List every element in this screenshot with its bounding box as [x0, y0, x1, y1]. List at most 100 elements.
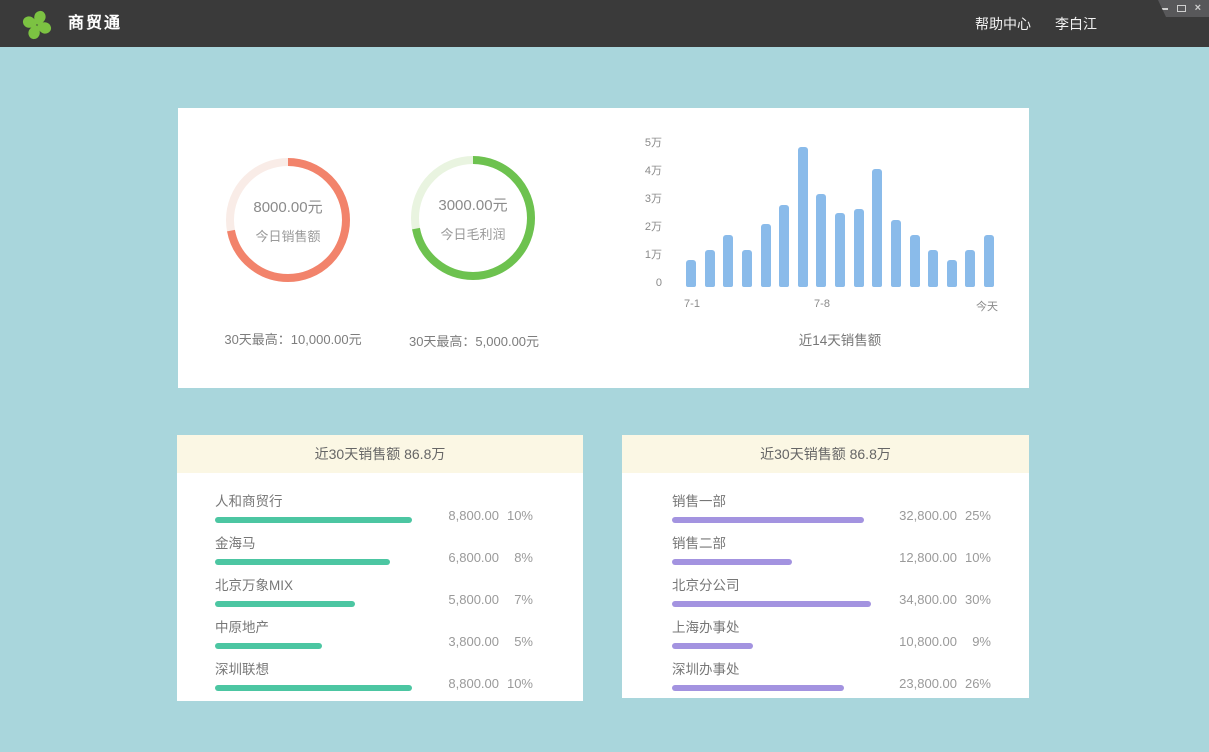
y-tick: 2万 — [645, 222, 662, 233]
ranking-value: 5,800.007% — [429, 592, 533, 607]
sales-day-bar — [779, 205, 789, 288]
ranking-percent: 7% — [499, 592, 533, 607]
ranking-percent: 26% — [957, 676, 991, 691]
ranking-row: 中原地产3,800.005% — [215, 616, 533, 649]
ranking-bar — [215, 685, 412, 691]
x-tick: 7-1 — [684, 298, 700, 310]
today-sales-label: 今日销售额 — [255, 226, 320, 245]
app-logo-pinwheel-icon — [20, 7, 54, 41]
y-tick: 5万 — [645, 138, 662, 149]
ranking-row: 上海办事处 10,800.009% — [672, 616, 991, 649]
ranking-amount: 5,800.00 — [429, 592, 499, 607]
y-tick: 3万 — [645, 194, 662, 205]
ranking-name: 中原地产 — [215, 616, 322, 636]
app-title: 商贸通 — [68, 0, 122, 47]
ranking-name: 销售一部 — [672, 490, 864, 510]
sales-day-bar — [891, 220, 901, 287]
ranking-percent: 30% — [957, 592, 991, 607]
ranking-percent: 25% — [957, 508, 991, 523]
ranking-amount: 32,800.00 — [887, 508, 957, 523]
ranking-bar — [215, 559, 390, 565]
customer-ranking-title: 近30天销售额 86.8万 — [177, 435, 583, 473]
ranking-name: 销售二部 — [672, 532, 792, 552]
sales-bar-chart — [686, 137, 994, 287]
ranking-amount: 3,800.00 — [429, 634, 499, 649]
sales-30day-high-note: 30天最高：10,000.00元 — [224, 329, 361, 348]
sales-day-bar — [705, 250, 715, 287]
ranking-name: 金海马 — [215, 532, 390, 552]
x-tick: 7-8 — [814, 298, 830, 310]
ranking-percent: 9% — [957, 634, 991, 649]
sales-day-bar — [984, 235, 994, 287]
ranking-amount: 12,800.00 — [887, 550, 957, 565]
ranking-percent: 10% — [499, 508, 533, 523]
ranking-value: 10,800.009% — [887, 634, 991, 649]
ranking-name: 深圳联想 — [215, 658, 412, 678]
department-sales-ranking-card: 近30天销售额 86.8万 销售一部 32,800.0025% 销售二部 12,800… — [622, 435, 1029, 698]
ranking-percent: 10% — [499, 676, 533, 691]
sales-day-bar — [742, 250, 752, 287]
y-tick: 0 — [656, 278, 662, 289]
bar-chart-y-axis: 5万 4万 3万 2万 1万 0 — [626, 138, 662, 289]
minimize-icon[interactable] — [1159, 8, 1168, 10]
titlebar: 商贸通 帮助中心 李白江 × — [0, 0, 1209, 47]
sales-day-bar — [965, 250, 975, 287]
window-controls: × — [1149, 0, 1209, 17]
x-tick: 今天 — [976, 298, 998, 314]
today-profit-donut: 3000.00元 今日毛利润 — [409, 154, 537, 282]
bar-chart-title: 近14天销售额 — [686, 329, 994, 349]
y-tick: 4万 — [645, 166, 662, 177]
ranking-row: 深圳联想 8,800.0010% — [215, 658, 533, 691]
ranking-value: 6,800.008% — [429, 550, 533, 565]
sales-day-bar — [686, 260, 696, 288]
sales-day-bar — [947, 260, 957, 288]
ranking-bar — [215, 643, 322, 649]
ranking-row: 金海马 6,800.008% — [215, 532, 533, 565]
ranking-row: 深圳办事处23,800.0026% — [672, 658, 991, 691]
ranking-row: 人和商贸行 8,800.0010% — [215, 490, 533, 523]
close-icon[interactable]: × — [1195, 3, 1201, 14]
ranking-value: 8,800.0010% — [429, 676, 533, 691]
customer-sales-ranking-card: 近30天销售额 86.8万 人和商贸行8,800.0010%金海马6,800.0… — [177, 435, 583, 701]
ranking-amount: 6,800.00 — [429, 550, 499, 565]
ranking-amount: 10,800.00 — [887, 634, 957, 649]
today-summary-card: 8000.00元 今日销售额 30天最高：10,000.00元 3000.00元… — [178, 108, 1029, 388]
sales-day-bar — [910, 235, 920, 287]
ranking-name: 北京分公司 — [672, 574, 871, 594]
ranking-name: 人和商贸行 — [215, 490, 412, 510]
help-center-link[interactable]: 帮助中心 — [975, 14, 1031, 34]
ranking-amount: 23,800.00 — [887, 676, 957, 691]
ranking-value: 8,800.0010% — [429, 508, 533, 523]
bar-chart-x-axis: 7-1 7-8 今天 — [686, 298, 994, 312]
sales-day-bar — [835, 213, 845, 287]
ranking-bar — [672, 685, 844, 691]
ranking-amount: 8,800.00 — [429, 508, 499, 523]
profit-30day-high-note: 30天最高：5,000.00元 — [409, 331, 539, 350]
ranking-value: 23,800.0026% — [887, 676, 991, 691]
ranking-row: 销售一部 32,800.0025% — [672, 490, 991, 523]
sales-day-bar — [761, 224, 771, 287]
ranking-row: 销售二部 12,800.0010% — [672, 532, 991, 565]
ranking-amount: 34,800.00 — [887, 592, 957, 607]
ranking-bar — [672, 517, 864, 523]
ranking-bar — [215, 601, 355, 607]
ranking-value: 34,800.0030% — [887, 592, 991, 607]
ranking-name: 上海办事处 — [672, 616, 753, 636]
department-ranking-title: 近30天销售额 86.8万 — [622, 435, 1029, 473]
ranking-percent: 10% — [957, 550, 991, 565]
ranking-value: 32,800.0025% — [887, 508, 991, 523]
maximize-icon[interactable] — [1177, 5, 1186, 12]
ranking-bar — [215, 517, 412, 523]
sales-day-bar — [816, 194, 826, 288]
ranking-value: 12,800.0010% — [887, 550, 991, 565]
ranking-bar — [672, 559, 792, 565]
today-profit-amount: 3000.00元 — [438, 194, 507, 215]
sales-day-bar — [723, 235, 733, 287]
y-tick: 1万 — [645, 250, 662, 261]
username-menu[interactable]: 李白江 — [1055, 14, 1097, 34]
ranking-name: 北京万象MIX — [215, 574, 355, 594]
ranking-percent: 8% — [499, 550, 533, 565]
sales-day-bar — [798, 147, 808, 287]
today-sales-amount: 8000.00元 — [253, 196, 322, 217]
ranking-row: 北京分公司 34,800.0030% — [672, 574, 991, 607]
